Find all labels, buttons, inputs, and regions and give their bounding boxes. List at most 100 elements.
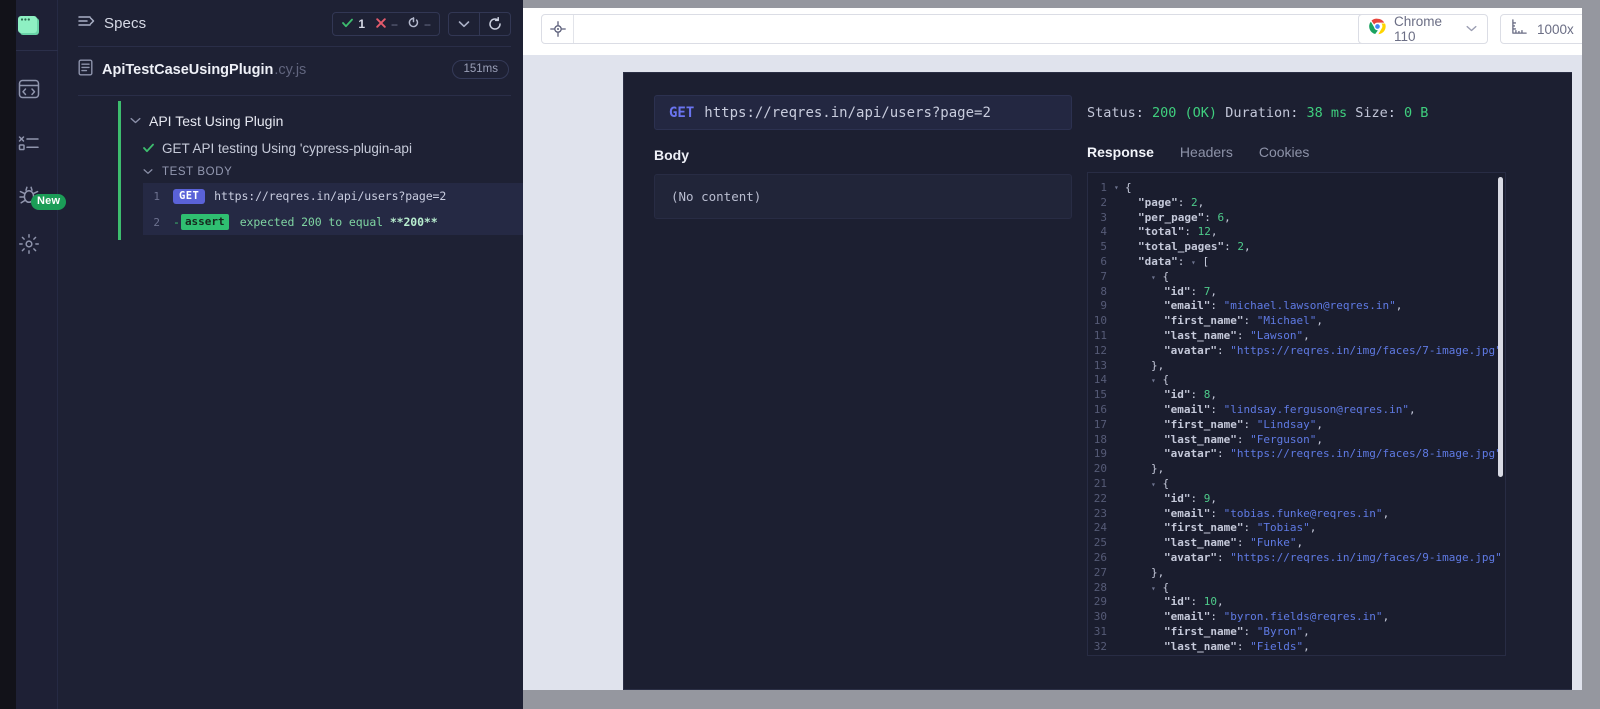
aut-url-bar[interactable] bbox=[541, 14, 1368, 44]
selector-playground-icon[interactable] bbox=[542, 15, 574, 43]
json-line-number: 4 bbox=[1100, 225, 1107, 239]
reporter-panel: Specs 1 -- -- ApiTestCaseUsingPlugin .cy… bbox=[58, 0, 568, 709]
chevron-down-icon[interactable] bbox=[449, 13, 479, 35]
outer-right-background bbox=[1582, 0, 1600, 709]
json-line: 22 "id": 9, bbox=[1088, 492, 1505, 507]
restart-icon[interactable] bbox=[480, 13, 510, 35]
tab-cookies[interactable]: Cookies bbox=[1259, 144, 1310, 160]
assert-message: expected 200 to equal **200** bbox=[239, 215, 438, 229]
spec-file-extension: .cy.js bbox=[274, 62, 307, 78]
sidebar-item-settings[interactable] bbox=[16, 231, 42, 257]
json-line: 5 "total_pages": 2, bbox=[1088, 240, 1505, 255]
command-row[interactable]: 2 - assert expected 200 to equal **200** bbox=[143, 209, 568, 235]
aut-stage: GET https://reqres.in/api/users?page=2 B… bbox=[523, 55, 1600, 690]
test-row[interactable]: GET API testing Using 'cypress-plugin-ap… bbox=[143, 141, 412, 156]
json-line-number: 5 bbox=[1100, 240, 1107, 254]
tab-response[interactable]: Response bbox=[1087, 144, 1154, 160]
stat-passed: 1 bbox=[342, 17, 365, 31]
json-lines: 1 ▾{2 "page": 2, 3 "per_page": 6, 4 "total": 1… bbox=[1088, 181, 1505, 655]
json-line-content: "total": 12, bbox=[1138, 225, 1218, 239]
collapse-sidebar-icon[interactable] bbox=[78, 14, 95, 33]
json-line: 23 "email": "tobias.funke@reqres.in", bbox=[1088, 506, 1505, 522]
pending-count: -- bbox=[424, 17, 431, 31]
spec-file-row[interactable]: ApiTestCaseUsingPlugin .cy.js 151ms bbox=[58, 47, 523, 92]
json-line: 13}, bbox=[1088, 358, 1505, 374]
failed-count: -- bbox=[391, 17, 398, 31]
json-line: 18 "last_name": "Ferguson", bbox=[1088, 432, 1505, 448]
duration-value: 38 ms bbox=[1306, 104, 1348, 121]
sidebar-item-runs[interactable] bbox=[16, 130, 42, 156]
json-line-number: 7 bbox=[1100, 269, 1107, 283]
url-input[interactable] bbox=[574, 15, 1367, 43]
json-line-number: 25 bbox=[1093, 536, 1107, 550]
status-key: Status: bbox=[1087, 104, 1153, 121]
json-line-content: "email": "byron.fields@reqres.in", bbox=[1164, 610, 1390, 624]
size-key: Size: bbox=[1347, 104, 1405, 121]
json-line: 6 "data": ▾ [ bbox=[1088, 255, 1505, 270]
chevron-down-icon[interactable] bbox=[1466, 24, 1477, 34]
json-line: 12 "avatar": "https://reqres.in/img/faces… bbox=[1088, 343, 1505, 359]
json-line: 7 ▾ { bbox=[1088, 269, 1505, 285]
json-line: 27}, bbox=[1088, 565, 1505, 581]
json-line-number: 23 bbox=[1093, 506, 1107, 520]
command-url: https://reqres.in/api/users?page=2 bbox=[214, 189, 447, 203]
json-line: 32 "last_name": "Fields", bbox=[1088, 639, 1505, 655]
assert-dash: - bbox=[173, 215, 180, 229]
json-line-number: 24 bbox=[1093, 521, 1107, 535]
json-line-content: "last_name": "Lawson", bbox=[1164, 328, 1310, 342]
json-line-number: 19 bbox=[1093, 447, 1107, 461]
json-line-number: 16 bbox=[1093, 402, 1107, 416]
chevron-down-icon[interactable] bbox=[130, 117, 141, 126]
json-line-number: 27 bbox=[1093, 565, 1107, 579]
json-line-content: "id": 10, bbox=[1164, 595, 1224, 609]
specs-title-group[interactable]: Specs bbox=[78, 14, 146, 33]
chevron-down-icon[interactable] bbox=[143, 168, 153, 177]
json-line-number: 20 bbox=[1093, 462, 1107, 476]
json-line: 14 ▾ { bbox=[1088, 373, 1505, 388]
response-json-viewer[interactable]: 1 ▾{2 "page": 2, 3 "per_page": 6, 4 "total": 1… bbox=[1087, 172, 1506, 656]
json-line: 17 "first_name": "Lindsay", bbox=[1088, 418, 1505, 433]
json-line: 29 "id": 10, bbox=[1088, 595, 1505, 610]
sidebar-item-specs[interactable] bbox=[16, 76, 42, 102]
json-line: 8 "id": 7, bbox=[1088, 284, 1505, 300]
json-line-content: "page": 2, bbox=[1138, 195, 1205, 209]
command-row[interactable]: 1 GET https://reqres.in/api/users?page=2 bbox=[143, 183, 568, 209]
command-list: 1 GET https://reqres.in/api/users?page=2… bbox=[143, 183, 568, 235]
json-line-content: "id": 7, bbox=[1164, 284, 1217, 298]
rail-divider bbox=[16, 50, 58, 51]
viewport-size-icon bbox=[1511, 18, 1528, 40]
test-stats: 1 -- -- bbox=[332, 12, 440, 36]
cypress-logo-icon[interactable] bbox=[18, 16, 42, 38]
json-line-content: }, bbox=[1151, 358, 1165, 372]
pending-circle-icon bbox=[408, 17, 419, 31]
json-line-number: 12 bbox=[1093, 343, 1107, 357]
json-line-content: "last_name": "Fields", bbox=[1164, 639, 1310, 653]
suite-row[interactable]: API Test Using Plugin bbox=[130, 113, 283, 129]
browser-selector[interactable]: Chrome 110 bbox=[1358, 14, 1488, 44]
stat-pending: -- bbox=[408, 17, 431, 31]
duration-key: Duration: bbox=[1217, 104, 1307, 121]
json-line-content: "total_pages": 2, bbox=[1138, 240, 1251, 254]
json-collapse-triangle-icon[interactable]: ▾ bbox=[1114, 181, 1125, 195]
json-line: 28 ▾ { bbox=[1088, 581, 1505, 596]
json-line-content: "per_page": 6, bbox=[1138, 210, 1231, 224]
check-icon bbox=[143, 142, 154, 156]
json-line-content: "last_name": "Ferguson", bbox=[1164, 432, 1323, 446]
json-line-number: 10 bbox=[1093, 314, 1107, 328]
check-icon bbox=[342, 17, 354, 31]
stat-failed: -- bbox=[376, 17, 398, 31]
test-body-header[interactable]: TEST BODY bbox=[143, 166, 232, 178]
response-status-line: Status: 200 (OK) Duration: 38 ms Size: 0… bbox=[1087, 95, 1542, 130]
json-line-content: }, bbox=[1151, 462, 1165, 476]
left-icon-rail: New bbox=[0, 0, 67, 709]
spec-file-name: ApiTestCaseUsingPlugin bbox=[102, 62, 274, 78]
json-line-number: 8 bbox=[1100, 284, 1107, 298]
json-scrollbar[interactable] bbox=[1498, 177, 1503, 477]
json-line: 3 "per_page": 6, bbox=[1088, 210, 1505, 226]
reporter-header: Specs 1 -- -- bbox=[58, 0, 523, 47]
tab-headers[interactable]: Headers bbox=[1180, 144, 1233, 160]
json-line-content: "avatar": "https://reqres.in/img/faces/9… bbox=[1164, 550, 1502, 564]
spec-duration: 151ms bbox=[452, 60, 509, 79]
debug-new-badge: New bbox=[31, 194, 67, 210]
json-line: 15 "id": 8, bbox=[1088, 388, 1505, 403]
